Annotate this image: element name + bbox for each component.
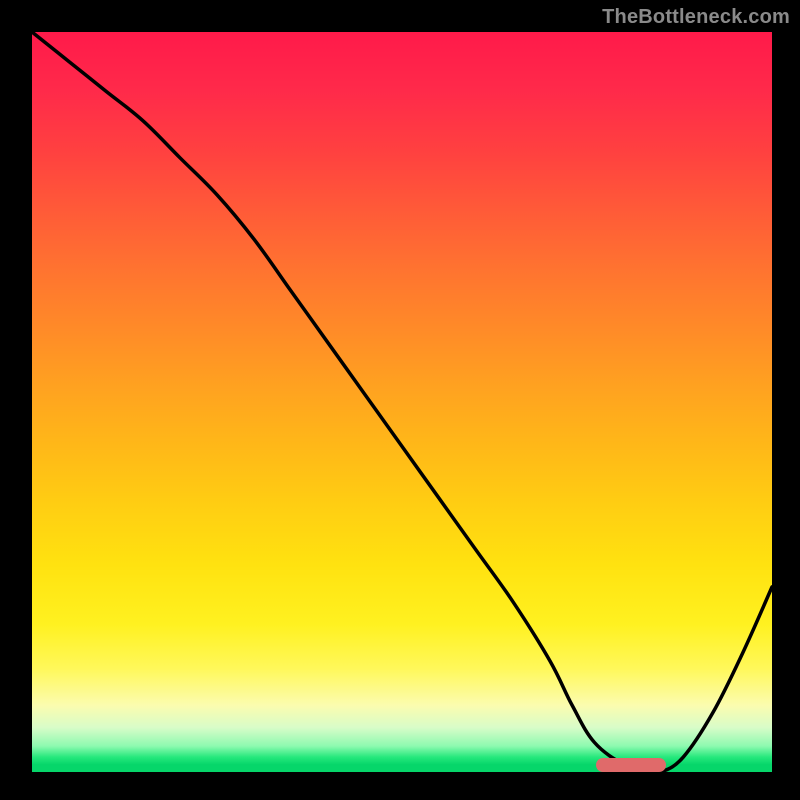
optimal-marker (596, 758, 666, 772)
curve-svg (32, 32, 772, 772)
plot-area (32, 32, 772, 772)
bottleneck-curve-path (32, 32, 772, 772)
watermark-text: TheBottleneck.com (602, 6, 790, 29)
chart-stage: TheBottleneck.com (0, 0, 800, 800)
